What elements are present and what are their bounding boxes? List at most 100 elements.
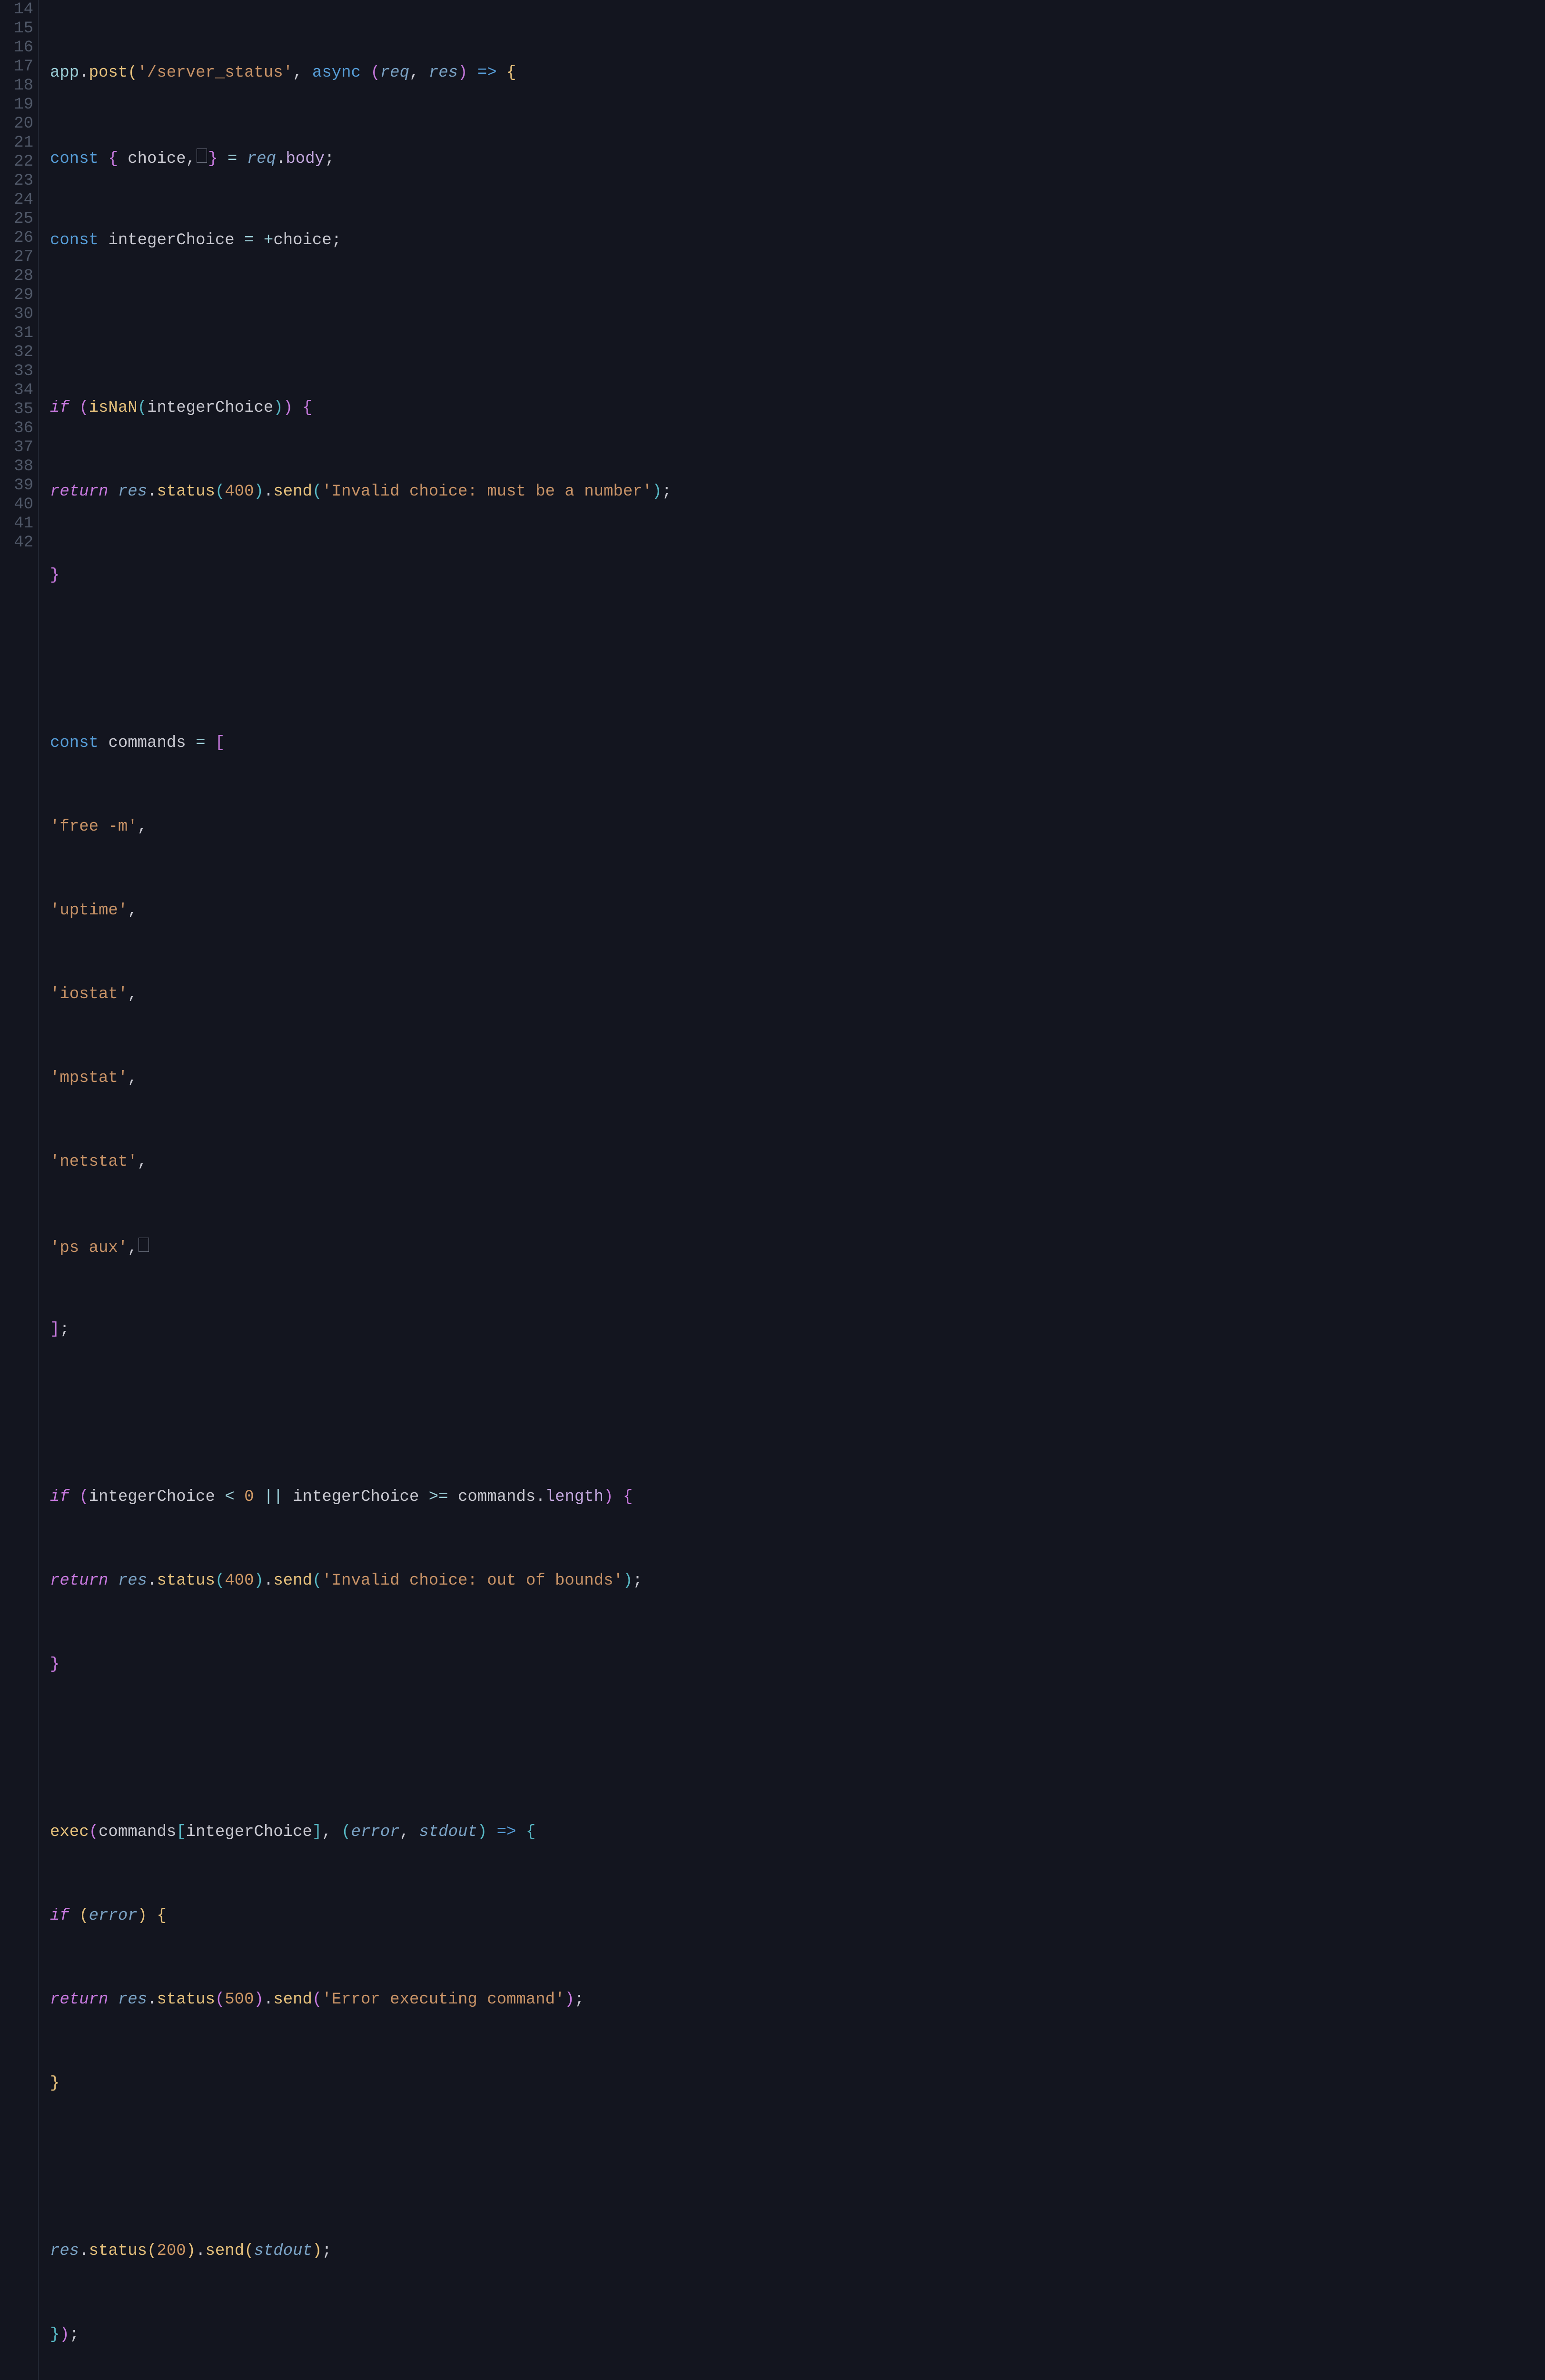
- token-string: 'mpstat': [50, 1070, 128, 1086]
- token-space: [303, 65, 312, 81]
- line-number: 33: [0, 362, 33, 381]
- line-number: 21: [0, 133, 33, 152]
- token-identifier: app: [50, 65, 79, 81]
- line-number: 29: [0, 286, 33, 305]
- line-number: 15: [0, 19, 33, 38]
- code-line[interactable]: 'netstat',: [50, 1154, 1545, 1173]
- token-operator: <: [225, 1489, 234, 1505]
- token-string: '/server_status': [138, 65, 293, 81]
- token-brace: }: [50, 567, 59, 584]
- token-identifier: choice: [128, 151, 186, 167]
- token-keyword: return: [50, 484, 108, 500]
- code-line[interactable]: exec(commands[integerChoice], (error, st…: [50, 1824, 1545, 1843]
- token-bracket: ]: [50, 1321, 59, 1338]
- code-line[interactable]: if (integerChoice < 0 || integerChoice >…: [50, 1489, 1545, 1508]
- code-line[interactable]: const { choice,} = req.body;: [50, 149, 1545, 168]
- code-line[interactable]: res.status(200).send(stdout);: [50, 2243, 1545, 2262]
- code-line[interactable]: }: [50, 2075, 1545, 2094]
- code-line[interactable]: return res.status(400).send('Invalid cho…: [50, 1573, 1545, 1592]
- token-brace: {: [303, 400, 312, 416]
- token-number: 400: [225, 484, 254, 500]
- token-brace: }: [208, 151, 218, 167]
- code-line[interactable]: return res.status(400).send('Invalid cho…: [50, 484, 1545, 503]
- line-number: 24: [0, 190, 33, 209]
- token-method: send: [273, 484, 312, 500]
- code-line[interactable]: [50, 316, 1545, 335]
- token-param: req: [380, 65, 409, 81]
- line-number: 22: [0, 152, 33, 171]
- code-line[interactable]: [50, 651, 1545, 670]
- token-keyword: const: [50, 151, 99, 167]
- code-line[interactable]: [50, 1405, 1545, 1424]
- line-number: 40: [0, 495, 33, 514]
- code-line[interactable]: return res.status(500).send('Error execu…: [50, 1992, 1545, 2011]
- code-line[interactable]: const integerChoice = +choice;: [50, 232, 1545, 251]
- code-content[interactable]: app.post('/server_status', async (req, r…: [38, 0, 1545, 2380]
- line-number: 34: [0, 381, 33, 400]
- line-number: 18: [0, 76, 33, 95]
- line-number-gutter: 14 15 16 17 18 19 20 21 22 23 24 25 26 2…: [0, 0, 38, 2380]
- token-operator: >=: [429, 1489, 448, 1505]
- token-string: 'Invalid choice: out of bounds': [322, 1573, 623, 1589]
- code-line[interactable]: 'mpstat',: [50, 1070, 1545, 1089]
- whitespace-marker-icon: [197, 149, 207, 163]
- token-string: 'iostat': [50, 986, 128, 1002]
- code-line[interactable]: const commands = [: [50, 735, 1545, 754]
- line-number: 41: [0, 514, 33, 533]
- token-string: 'uptime': [50, 902, 128, 919]
- code-line[interactable]: }: [50, 567, 1545, 586]
- token-paren: (: [370, 65, 380, 81]
- token-string: 'Invalid choice: must be a number': [322, 484, 652, 500]
- code-line[interactable]: ];: [50, 1321, 1545, 1340]
- line-number: 20: [0, 114, 33, 133]
- token-function: exec: [50, 1824, 89, 1840]
- code-line[interactable]: app.post('/server_status', async (req, r…: [50, 65, 1545, 84]
- line-number: 37: [0, 438, 33, 457]
- line-number: 35: [0, 400, 33, 419]
- line-number: 32: [0, 343, 33, 362]
- token-operator: +: [264, 232, 273, 248]
- line-number: 28: [0, 267, 33, 286]
- token-space: [497, 65, 506, 81]
- token-operator: ||: [264, 1489, 283, 1505]
- token-punct: ,: [186, 151, 196, 167]
- token-space: [419, 65, 428, 81]
- line-number: 31: [0, 324, 33, 343]
- code-line[interactable]: }: [50, 1656, 1545, 1676]
- token-method: post: [89, 65, 128, 81]
- token-number: 0: [244, 1489, 254, 1505]
- token-number: 500: [225, 1992, 254, 2008]
- code-editor[interactable]: 14 15 16 17 18 19 20 21 22 23 24 25 26 2…: [0, 0, 1545, 2380]
- code-line[interactable]: 'iostat',: [50, 986, 1545, 1005]
- token-punct: ,: [293, 65, 302, 81]
- line-number: 17: [0, 57, 33, 76]
- line-number: 25: [0, 209, 33, 228]
- token-paren: ): [458, 65, 467, 81]
- line-number: 38: [0, 457, 33, 476]
- token-string: 'ps aux': [50, 1240, 128, 1256]
- line-number: 26: [0, 228, 33, 248]
- line-number: 16: [0, 38, 33, 57]
- line-number: 14: [0, 0, 33, 19]
- code-line[interactable]: [50, 1740, 1545, 1759]
- token-property: body: [286, 151, 325, 167]
- token-identifier: choice: [273, 232, 331, 248]
- code-line[interactable]: 'free -m',: [50, 819, 1545, 838]
- token-keyword: async: [312, 65, 361, 81]
- token-operator: =: [228, 151, 237, 167]
- token-paren: (: [128, 65, 137, 81]
- token-arrow: =>: [477, 65, 497, 81]
- code-line[interactable]: 'ps aux',: [50, 1238, 1545, 1257]
- line-number: 36: [0, 419, 33, 438]
- token-bracket: [: [215, 735, 225, 751]
- line-number: 30: [0, 305, 33, 324]
- token-string: 'free -m': [50, 819, 138, 835]
- code-line[interactable]: if (error) {: [50, 1908, 1545, 1927]
- code-line[interactable]: 'uptime',: [50, 902, 1545, 922]
- token-brace: {: [108, 151, 118, 167]
- code-line[interactable]: });: [50, 2327, 1545, 2346]
- code-line[interactable]: [50, 2159, 1545, 2178]
- token-param: res: [429, 65, 458, 81]
- token-identifier: req: [247, 151, 276, 167]
- code-line[interactable]: if (isNaN(integerChoice)) {: [50, 400, 1545, 419]
